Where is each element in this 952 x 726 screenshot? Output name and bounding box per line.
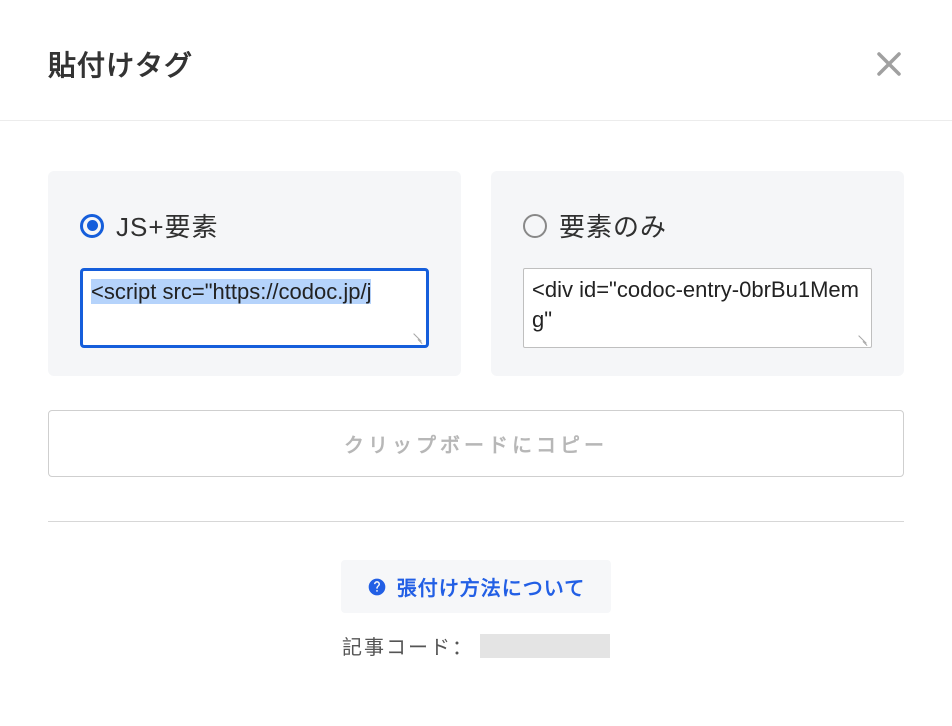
radio-label-js-element: JS+要素 <box>116 207 219 244</box>
article-code-row: 記事コード： <box>342 631 610 660</box>
close-icon <box>874 49 904 79</box>
code-text-js-element: <script src="https://codoc.jp/j <box>91 279 371 304</box>
radio-row-element-only[interactable]: 要素のみ <box>523 207 872 244</box>
help-link[interactable]: 張付け方法について <box>341 560 611 613</box>
option-card-js-element: JS+要素 <script src="https://codoc.jp/j <box>48 171 461 376</box>
resize-handle-icon <box>857 333 869 345</box>
question-circle-icon <box>367 577 387 597</box>
code-box-element-only[interactable]: <div id="codoc-entry-0brBu1Memg" <box>523 268 872 348</box>
resize-handle-icon <box>412 331 424 343</box>
footer: 張付け方法について 記事コード： <box>48 530 904 660</box>
close-button[interactable] <box>874 49 904 79</box>
radio-js-element[interactable] <box>80 214 104 238</box>
dialog-header: 貼付けタグ <box>0 0 952 121</box>
copy-button-label: クリップボードにコピー <box>344 435 608 457</box>
help-link-label: 張付け方法について <box>397 572 585 601</box>
divider <box>48 521 904 522</box>
options-row: JS+要素 <script src="https://codoc.jp/j 要素… <box>48 171 904 376</box>
radio-label-element-only: 要素のみ <box>559 207 667 244</box>
option-card-element-only: 要素のみ <div id="codoc-entry-0brBu1Memg" <box>491 171 904 376</box>
dialog-title: 貼付けタグ <box>48 44 193 84</box>
article-code-value <box>480 634 610 658</box>
dialog-content: JS+要素 <script src="https://codoc.jp/j 要素… <box>0 121 952 690</box>
code-box-js-element[interactable]: <script src="https://codoc.jp/j <box>80 268 429 348</box>
radio-element-only[interactable] <box>523 214 547 238</box>
article-code-label: 記事コード： <box>342 631 474 660</box>
radio-row-js-element[interactable]: JS+要素 <box>80 207 429 244</box>
copy-to-clipboard-button[interactable]: クリップボードにコピー <box>48 410 904 477</box>
code-text-element-only: <div id="codoc-entry-0brBu1Memg" <box>532 277 859 332</box>
